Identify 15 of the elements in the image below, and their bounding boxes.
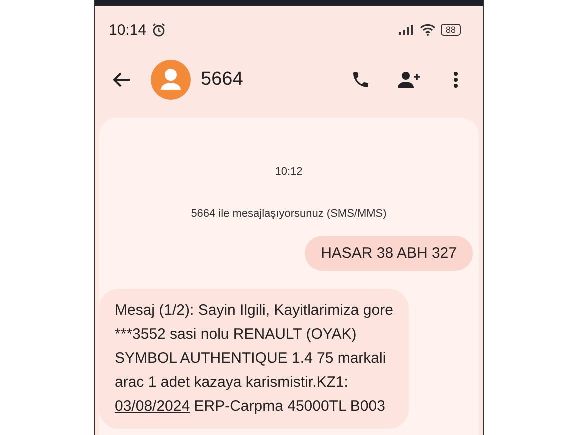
date-link[interactable]: 03/08/2024 — [115, 398, 190, 415]
contact-name: 5664 — [201, 69, 244, 91]
signal-icon — [398, 25, 415, 35]
wifi-icon — [420, 24, 436, 36]
received-message-bubble: Mesaj (1/2): Sayin Ilgili, Kayitlarimiza gore ***3552 sasi nolu RENAULT (OYAK) SYMBOL AUTHENTIQUE 1.4 75 markali arac 1 adet kazaya karismistir.KZ1: 03/08/2024 ERP-Carpma 45000TL B003 — [99, 289, 410, 429]
back-arrow-icon[interactable] — [113, 72, 131, 88]
sent-message-bubble: HASAR 38 ABH 327 — [305, 236, 473, 271]
avatar-icon — [151, 60, 191, 100]
status-time: 10:14 — [109, 22, 147, 38]
add-person-icon[interactable] — [397, 70, 421, 90]
message-timestamp: 10:12 — [274, 166, 304, 178]
battery-indicator: 88 — [440, 24, 461, 36]
conversation-info: 5664 ile mesajlaşıyorsunuz (SMS/MMS) — [190, 208, 388, 220]
more-options-icon[interactable] — [453, 71, 459, 89]
phone-icon[interactable] — [351, 70, 371, 90]
